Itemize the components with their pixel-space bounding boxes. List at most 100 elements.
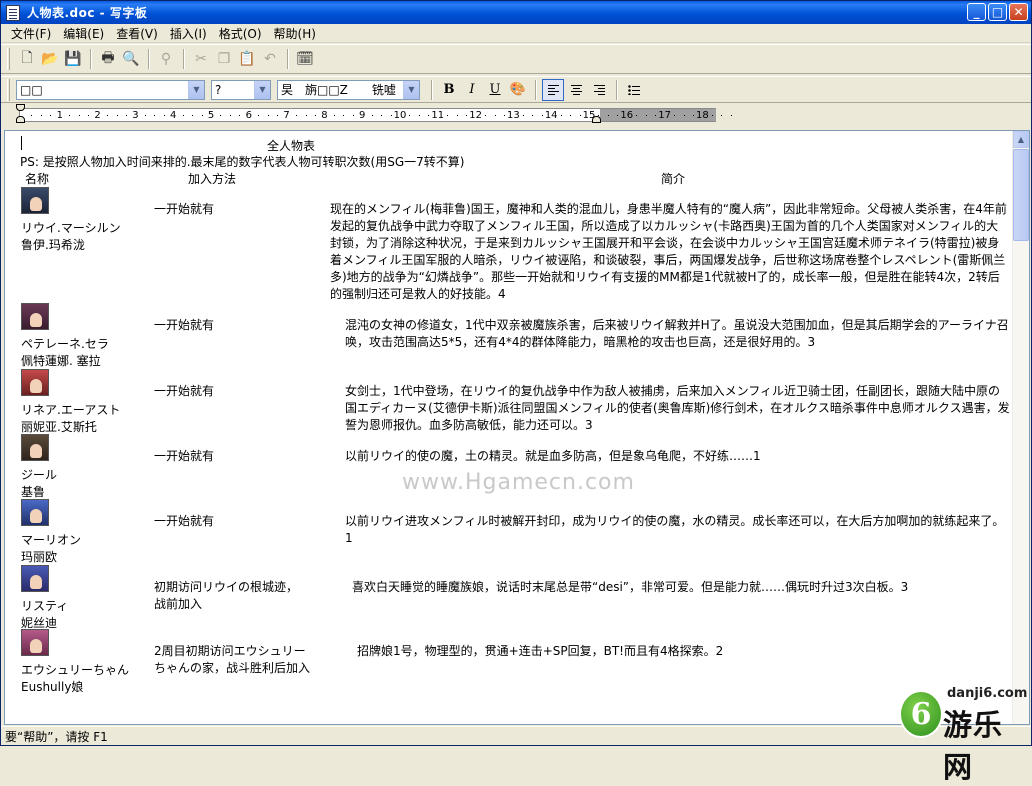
character-name-jp: エウシュリーちゃん: [21, 663, 130, 677]
ruler-number: 18: [696, 110, 709, 121]
ruler-number: 8: [321, 110, 328, 121]
align-left-icon: [547, 84, 559, 95]
ruler-dot: [381, 115, 383, 116]
ps-note: PS: 是按照人物加入时间来排的.最末尾的数字代表人物可转职次数(用SG一7转不…: [20, 155, 465, 169]
character-description: 招牌娘1号，物理型的，贯通+连击+SP回复，BT!而且有4格探索。2: [357, 644, 724, 658]
open-folder-icon[interactable]: 📂: [39, 48, 61, 70]
chevron-down-icon[interactable]: ▼: [188, 80, 204, 99]
scroll-up-button[interactable]: ▲: [1013, 131, 1029, 148]
menu-help[interactable]: 帮助(H): [268, 25, 322, 42]
ruler-dot: [503, 115, 505, 116]
ruler-dot: [456, 115, 458, 116]
ruler-strip[interactable]: 1 2 3 4 5 6 7 8 9 10 11 12 13 14 15 16 17 18: [19, 108, 732, 122]
date-time-icon[interactable]: 🗓: [294, 48, 316, 70]
ruler-dot: [607, 115, 609, 116]
align-right-icon: [593, 84, 605, 95]
title-bar[interactable]: 人物表.doc - 写字板 _ □ ✕: [1, 1, 1031, 24]
font-name-combo[interactable]: □□ ▼: [16, 79, 205, 100]
bold-button[interactable]: B: [438, 79, 460, 101]
character-portrait[interactable]: [21, 499, 49, 526]
scroll-thumb[interactable]: [1013, 149, 1029, 241]
character-portrait[interactable]: [21, 303, 49, 330]
first-line-indent-marker[interactable]: [16, 104, 25, 111]
character-portrait[interactable]: [21, 187, 49, 214]
minimize-button[interactable]: _: [967, 3, 986, 21]
character-description: 女剑士，1代中登场，在リウイ的复仇战争中作为敌人被捕虏，后来加入メンフィル近卫骑…: [345, 384, 1010, 432]
print-preview-icon[interactable]: 🔍: [120, 48, 142, 70]
character-portrait[interactable]: [21, 629, 49, 656]
character-name-jp: ジール: [21, 468, 58, 482]
find-icon[interactable]: ⚲: [155, 48, 177, 70]
ruler-number: 2: [94, 110, 101, 121]
toolbar-separator: [431, 79, 433, 100]
menu-edit[interactable]: 编辑(E): [57, 25, 110, 42]
column-header-name: 名称: [25, 172, 50, 186]
chevron-down-icon[interactable]: ▼: [254, 80, 270, 99]
ruler-dot: [711, 115, 713, 116]
document-content[interactable]: 全人物表 PS: 是按照人物加入时间来排的.最末尾的数字代表人物可转职次数(用S…: [5, 131, 1013, 724]
ruler-dot: [78, 115, 80, 116]
right-indent-marker[interactable]: [592, 116, 601, 123]
ruler-number: 3: [132, 110, 139, 121]
ruler-number: 11: [431, 110, 445, 121]
ruler-number: 10: [393, 110, 407, 121]
menu-insert[interactable]: 插入(I): [164, 25, 213, 42]
ruler-dot: [31, 115, 33, 116]
paste-icon[interactable]: 📋: [236, 48, 258, 70]
ruler-dot: [296, 115, 298, 116]
standard-toolbar: 🗋 📂 💾 🖶 🔍 ⚲ ✂ ❐ 📋 ↶ 🗓: [1, 44, 1031, 74]
toolbar-grip[interactable]: [7, 78, 10, 101]
close-button[interactable]: ✕: [1009, 3, 1028, 21]
ruler[interactable]: 1 2 3 4 5 6 7 8 9 10 11 12 13 14 15 16 17 18: [1, 104, 1031, 128]
vertical-scrollbar[interactable]: ▲: [1012, 131, 1029, 724]
logo-badge: 6: [899, 690, 943, 738]
toolbar-separator: [535, 79, 537, 100]
underline-button[interactable]: U: [484, 79, 506, 101]
document-area[interactable]: 全人物表 PS: 是按照人物加入时间来排的.最末尾的数字代表人物可转职次数(用S…: [4, 130, 1030, 725]
save-icon[interactable]: 💾: [62, 48, 84, 70]
character-description: 以前リウイ进攻メンフィル时被解开封印，成为リウイ的使の魔，水の精灵。成长率还可以…: [345, 514, 1005, 545]
font-size-combo[interactable]: ? ▼: [211, 79, 271, 100]
cut-icon[interactable]: ✂: [190, 48, 212, 70]
ruler-dot: [125, 115, 127, 116]
character-portrait[interactable]: [21, 369, 49, 396]
maximize-button[interactable]: □: [988, 3, 1007, 21]
window-title: 人物表.doc - 写字板: [27, 6, 148, 20]
font-name-value: □□: [20, 82, 43, 97]
menu-format[interactable]: 格式(O): [213, 25, 268, 42]
script-combo[interactable]: 旲 旃□□Z 铣嘘 ▼: [277, 79, 420, 100]
ruler-dot: [570, 115, 572, 116]
undo-icon[interactable]: ↶: [259, 48, 281, 70]
character-portrait[interactable]: [21, 565, 49, 592]
toolbar-separator: [148, 49, 150, 69]
wordpad-window: 人物表.doc - 写字板 _ □ ✕ 文件(F) 编辑(E) 查看(V) 插入…: [0, 0, 1032, 784]
italic-button[interactable]: I: [461, 79, 483, 101]
ruler-dot: [192, 115, 194, 116]
new-file-icon[interactable]: 🗋: [16, 48, 38, 70]
align-left-button[interactable]: [542, 78, 564, 101]
chevron-down-icon[interactable]: ▼: [403, 80, 419, 99]
character-portrait[interactable]: [21, 434, 49, 461]
toolbar-grip[interactable]: [7, 48, 10, 70]
align-center-icon: [570, 84, 582, 95]
ruler-dot: [50, 115, 52, 116]
menu-view[interactable]: 查看(V): [110, 25, 164, 42]
character-name-cn: 丽妮亚.艾斯托: [21, 420, 97, 434]
ruler-dot: [560, 115, 562, 116]
document-heading: 全人物表: [267, 139, 316, 153]
color-palette-icon[interactable]: 🎨: [507, 79, 529, 101]
script-value: 旲 旃□□Z 铣嘘: [281, 83, 396, 97]
left-indent-marker[interactable]: [16, 116, 25, 123]
menu-file[interactable]: 文件(F): [5, 25, 57, 42]
join-method: 一开始就有: [154, 201, 214, 218]
align-right-button[interactable]: [588, 79, 610, 101]
ruler-dot: [466, 115, 468, 116]
wordpad-app-icon[interactable]: [6, 4, 20, 21]
print-icon[interactable]: 🖶: [97, 48, 119, 70]
bullets-button[interactable]: [623, 79, 645, 101]
copy-icon[interactable]: ❐: [213, 48, 235, 70]
join-method: 初期访问リウイの根城迹， 战前加入: [154, 579, 298, 613]
ruler-number: 14: [544, 110, 558, 121]
join-method: 一开始就有: [154, 317, 214, 334]
align-center-button[interactable]: [565, 79, 587, 101]
